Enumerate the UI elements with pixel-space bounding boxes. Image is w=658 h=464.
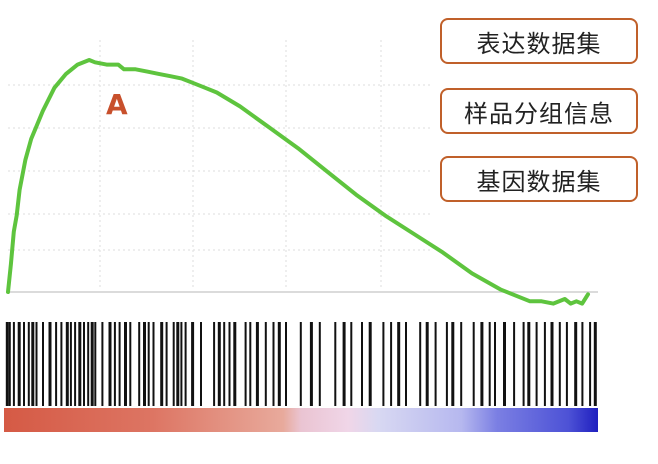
- gene-hit-line: [83, 322, 85, 406]
- gene-hit-line: [527, 322, 531, 406]
- gene-hit-line: [342, 322, 346, 406]
- ranked-list-colorbar: [4, 408, 598, 432]
- gene-hit-line: [48, 322, 52, 406]
- gene-hit-line: [74, 322, 77, 406]
- gene-hit-line: [191, 322, 195, 406]
- gene-hit-line: [589, 322, 592, 406]
- gene-hit-line: [213, 322, 216, 406]
- chart-grid: [8, 40, 430, 290]
- gene-dataset-label: 基因数据集: [440, 156, 638, 202]
- gene-hit-line: [172, 322, 175, 406]
- gene-hit-line: [334, 322, 337, 406]
- gene-hit-line: [361, 322, 363, 406]
- gene-hit-line: [69, 322, 72, 406]
- gene-hit-line: [445, 322, 448, 406]
- expression-dataset-label: 表达数据集: [440, 18, 638, 64]
- gene-hit-line: [180, 322, 183, 406]
- gene-hit-line: [543, 322, 546, 406]
- gene-hit-line: [65, 322, 69, 406]
- gene-hit-line: [118, 322, 121, 406]
- gene-hit-line: [272, 322, 275, 406]
- gene-hit-line: [503, 322, 506, 406]
- gene-hit-line: [31, 322, 35, 406]
- gene-hit-line: [565, 322, 568, 406]
- gene-hit-line: [419, 322, 422, 406]
- gene-hit-line: [42, 322, 44, 406]
- gene-hit-line: [299, 322, 302, 406]
- gene-hit-line: [223, 322, 226, 406]
- gene-hit-line: [152, 322, 155, 406]
- gene-hit-line: [90, 322, 94, 406]
- gene-hit-line: [87, 322, 90, 406]
- gene-hit-line: [451, 322, 455, 406]
- enrichment-figure: A: [4, 40, 598, 432]
- gene-hit-line: [390, 322, 393, 406]
- gene-hit-line: [165, 322, 168, 406]
- gene-hit-line: [488, 322, 491, 406]
- gene-hit-line: [78, 322, 82, 406]
- gene-hit-line: [480, 322, 484, 406]
- gene-hit-line: [17, 322, 21, 406]
- gene-hit-line: [368, 322, 372, 406]
- gene-hit-line: [581, 322, 584, 406]
- gene-hit-line: [264, 322, 267, 406]
- gene-hit-line: [5, 322, 9, 406]
- gene-hit-line: [138, 322, 141, 406]
- gene-hit-line: [460, 322, 463, 406]
- gene-hit-line: [184, 322, 187, 406]
- gene-hit-line: [200, 322, 202, 406]
- gene-hit-line: [108, 322, 112, 406]
- gene-hit-barcode: [5, 322, 597, 406]
- gene-hit-line: [397, 322, 401, 406]
- gene-hit-line: [434, 322, 437, 406]
- gene-hit-line: [12, 322, 15, 406]
- gene-hit-line: [143, 322, 146, 406]
- annotation-label: A: [106, 88, 128, 121]
- gene-hit-line: [405, 322, 407, 406]
- gene-hit-line: [244, 322, 247, 406]
- gene-hit-line: [494, 322, 496, 406]
- gene-hit-line: [23, 322, 25, 406]
- gene-hit-line: [55, 322, 58, 406]
- gene-hit-line: [522, 322, 525, 406]
- gene-hit-line: [94, 322, 97, 406]
- gene-hit-line: [277, 322, 281, 406]
- gene-hit-line: [550, 322, 554, 406]
- gene-hit-line: [472, 322, 475, 406]
- gene-hit-line: [425, 322, 429, 406]
- gene-hit-line: [350, 322, 353, 406]
- gene-hit-line: [176, 322, 180, 406]
- gene-hit-line: [382, 322, 385, 406]
- gene-hit-line: [593, 322, 597, 406]
- gene-hit-line: [124, 322, 127, 406]
- gene-hit-line: [285, 322, 287, 406]
- gene-hit-line: [27, 322, 30, 406]
- gene-hit-line: [249, 322, 252, 406]
- gene-hit-line: [309, 322, 313, 406]
- gene-hit-line: [558, 322, 561, 406]
- gene-hit-line: [535, 322, 538, 406]
- sample-group-info-label: 样品分组信息: [440, 88, 638, 134]
- gene-hit-line: [8, 322, 11, 406]
- gene-hit-line: [513, 322, 516, 406]
- gene-hit-line: [318, 322, 321, 406]
- gene-hit-line: [255, 322, 259, 406]
- gene-hit-line: [233, 322, 237, 406]
- gene-hit-line: [60, 322, 63, 406]
- gene-hit-line: [147, 322, 150, 406]
- gene-hit-line: [574, 322, 578, 406]
- gene-hit-line: [228, 322, 231, 406]
- gene-hit-line: [160, 322, 164, 406]
- gene-hit-line: [217, 322, 221, 406]
- gene-hit-line: [129, 322, 132, 406]
- gene-hit-line: [35, 322, 38, 406]
- gene-hit-line: [113, 322, 116, 406]
- gene-hit-line: [101, 322, 104, 406]
